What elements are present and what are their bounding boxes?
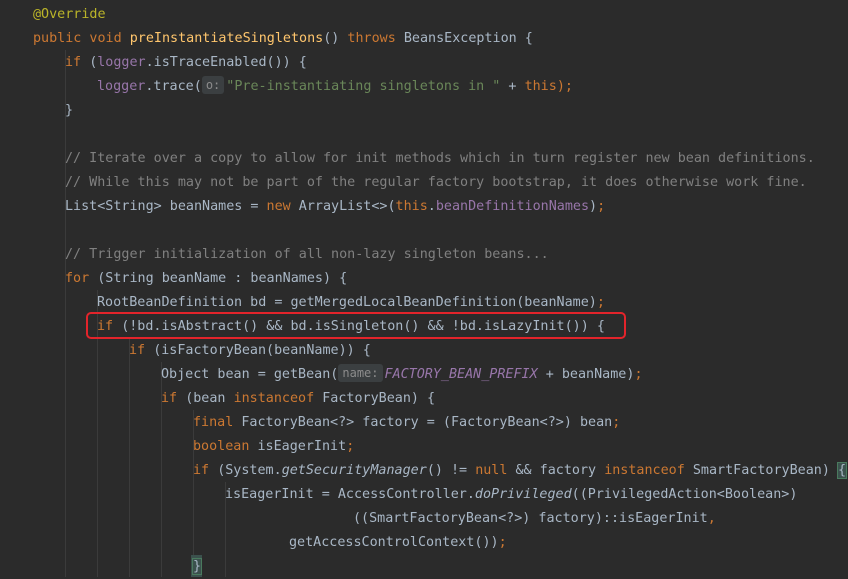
code-token: FACTORY_BEAN_PREFIX xyxy=(384,367,538,382)
code-line[interactable]: ((SmartFactoryBean<?>) factory)::isEager… xyxy=(353,507,716,531)
code-token: + xyxy=(500,79,525,94)
code-token: if xyxy=(129,343,154,358)
code-token: } xyxy=(65,103,74,118)
code-token: getAccessControlContext()) xyxy=(289,535,499,550)
code-line[interactable]: getAccessControlContext()); xyxy=(289,531,507,555)
code-line[interactable]: if (logger.isTraceEnabled()) { xyxy=(65,51,307,75)
code-token: SmartFactoryBean) xyxy=(692,463,838,478)
parameter-hint: name: xyxy=(338,364,383,382)
code-line[interactable]: List<String> beanNames = new ArrayList<>… xyxy=(65,195,605,219)
code-token: @Override xyxy=(33,7,106,22)
code-token: ; xyxy=(597,199,606,214)
code-token: logger xyxy=(97,79,146,94)
code-token: this xyxy=(395,199,428,214)
code-token: } xyxy=(191,558,203,575)
code-token: ((SmartFactoryBean<?>) factory)::isEager… xyxy=(353,511,708,526)
code-line[interactable]: } xyxy=(191,555,203,579)
code-token: ; xyxy=(612,415,621,430)
code-token: ; xyxy=(498,535,507,550)
code-line[interactable]: // Iterate over a copy to allow for init… xyxy=(65,147,815,171)
code-token: FactoryBean<?> factory = (FactoryBean<?>… xyxy=(241,415,613,430)
code-token: . xyxy=(427,199,436,214)
code-line[interactable]: } xyxy=(65,99,73,123)
code-token: preInstantiateSingletons xyxy=(129,31,324,46)
code-token: null xyxy=(475,463,516,478)
code-token: getSecurityManager xyxy=(281,463,427,478)
indent-guide xyxy=(129,338,130,577)
code-line[interactable]: if (bean instanceof FactoryBean) { xyxy=(161,387,435,411)
code-token: final xyxy=(193,415,242,430)
code-editor[interactable]: @Override public void preInstantiateSingl… xyxy=(0,0,848,577)
code-token: this xyxy=(524,79,557,94)
code-token: boolean xyxy=(193,439,258,454)
code-token: beanDefinitionNames xyxy=(435,199,590,214)
code-line[interactable]: for (String beanName : beanNames) { xyxy=(65,267,347,291)
code-token: logger xyxy=(97,55,146,70)
code-token: for xyxy=(65,271,98,286)
code-token: Object bean = getBean( xyxy=(161,367,339,382)
code-token: isEagerInit = AccessController. xyxy=(225,487,475,502)
code-token: ArrayList<>( xyxy=(298,199,396,214)
code-token: ; xyxy=(596,295,605,310)
code-token: throws xyxy=(347,31,404,46)
indent-guide xyxy=(65,50,66,577)
code-token: if xyxy=(65,55,90,70)
code-line[interactable]: boolean isEagerInit; xyxy=(193,435,354,459)
code-line[interactable]: logger.trace(o: "Pre-instantiating single… xyxy=(97,75,573,99)
code-line[interactable]: // Trigger initialization of all non-laz… xyxy=(65,243,549,267)
code-token: doPrivileged xyxy=(474,487,572,502)
code-token: // While this may not be part of the reg… xyxy=(65,175,807,190)
code-token: instanceof xyxy=(233,391,323,406)
code-token: (bean xyxy=(185,391,234,406)
code-token: BeansException { xyxy=(403,31,533,46)
code-token: && factory xyxy=(515,463,605,478)
code-token: if xyxy=(193,463,218,478)
code-line[interactable]: public void preInstantiateSingletons() t… xyxy=(33,27,533,51)
code-line[interactable]: isEagerInit = AccessController.doPrivile… xyxy=(225,483,797,507)
code-line[interactable]: Object bean = getBean(name: FACTORY_BEAN_… xyxy=(161,363,643,387)
code-token: .isTraceEnabled()) { xyxy=(145,55,307,70)
code-token: List<String> beanNames = xyxy=(65,199,267,214)
code-token: ; xyxy=(346,439,355,454)
code-token: (isFactoryBean(beanName)) { xyxy=(153,343,371,358)
code-token: RootBeanDefinition bd = getMergedLocalBe… xyxy=(97,295,597,310)
code-token: if xyxy=(161,391,186,406)
code-token: (String beanName : beanNames) { xyxy=(97,271,348,286)
code-token: ((PrivilegedAction<Boolean>) xyxy=(571,487,798,502)
highlight-annotation-box xyxy=(86,312,626,339)
code-token: + beanName) xyxy=(537,367,635,382)
code-token: new xyxy=(266,199,299,214)
code-line[interactable]: // While this may not be part of the reg… xyxy=(65,171,807,195)
code-line[interactable]: final FactoryBean<?> factory = (FactoryB… xyxy=(193,411,620,435)
code-token: isEagerInit xyxy=(257,439,347,454)
code-token: public void xyxy=(33,31,130,46)
code-line[interactable]: if (System.getSecurityManager() != null … xyxy=(193,459,848,483)
code-token: "Pre-instantiating singletons in " xyxy=(226,79,501,94)
code-token: ; xyxy=(634,367,643,382)
code-token: FactoryBean) { xyxy=(322,391,436,406)
code-token: instanceof xyxy=(604,463,693,478)
code-token: (System. xyxy=(217,463,282,478)
code-token: () xyxy=(323,31,348,46)
code-token: () != xyxy=(426,463,476,478)
code-token: ); xyxy=(556,79,573,94)
code-line[interactable]: @Override xyxy=(33,3,106,27)
code-token: , xyxy=(707,511,716,526)
code-token: // Iterate over a copy to allow for init… xyxy=(65,151,815,166)
code-token: { xyxy=(836,462,848,479)
code-token: // Trigger initialization of all non-laz… xyxy=(65,247,549,262)
code-token: ) xyxy=(589,199,598,214)
code-line[interactable]: if (isFactoryBean(beanName)) { xyxy=(129,339,371,363)
code-token: .trace( xyxy=(145,79,202,94)
parameter-hint: o: xyxy=(201,76,225,94)
